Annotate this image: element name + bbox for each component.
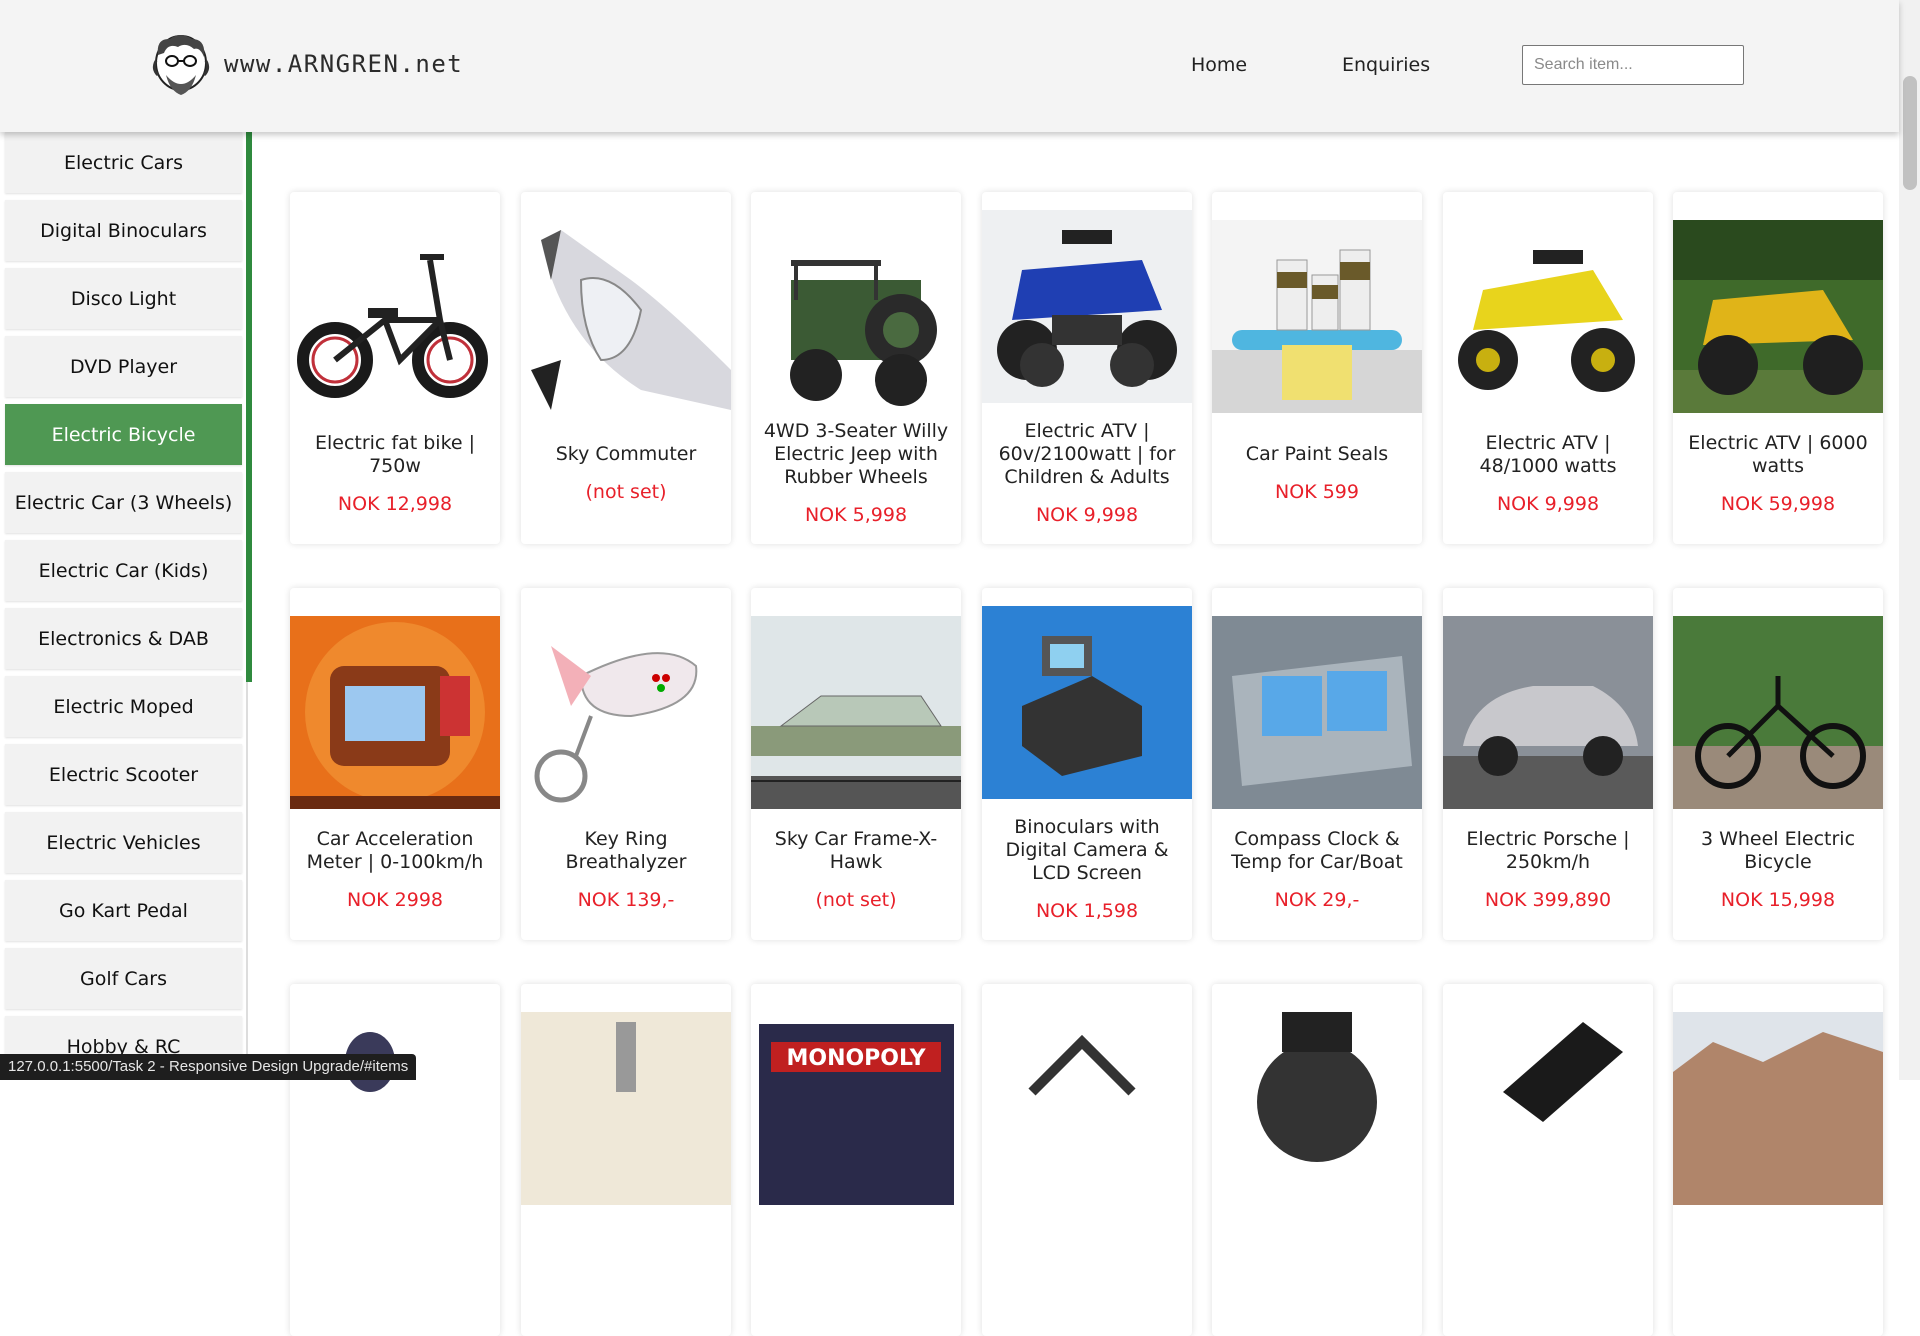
- product-image: [982, 210, 1192, 403]
- product-price: NOK 139,-: [577, 888, 675, 911]
- product-image: [521, 1012, 731, 1205]
- product-card[interactable]: [290, 984, 500, 1336]
- product-card[interactable]: [1443, 984, 1653, 1336]
- product-name: Electric Porsche | 250km/h: [1466, 827, 1630, 873]
- product-card[interactable]: Car Paint Seals NOK 599: [1212, 192, 1422, 544]
- product-image: [521, 616, 731, 809]
- product-image: [290, 616, 500, 809]
- product-name: Binoculars with Digital Camera & LCD Scr…: [1005, 816, 1169, 884]
- product-name: Car Acceleration Meter | 0-100km/h: [306, 827, 484, 873]
- sidebar-item-go-kart-pedal[interactable]: Go Kart Pedal: [5, 880, 242, 941]
- product-card[interactable]: Sky Car Frame-X-Hawk (not set): [751, 588, 961, 940]
- product-image: [1212, 616, 1422, 809]
- product-card[interactable]: Electric Porsche | 250km/h NOK 399,890: [1443, 588, 1653, 940]
- product-image: [982, 606, 1192, 799]
- sidebar-item-golf-cars[interactable]: Golf Cars: [5, 948, 242, 1009]
- product-image: [290, 220, 500, 413]
- sidebar-item-disco-light[interactable]: Disco Light: [5, 268, 242, 329]
- product-image: [982, 1012, 1192, 1205]
- product-card[interactable]: [1673, 984, 1883, 1336]
- product-name: Compass Clock & Temp for Car/Boat: [1231, 827, 1403, 873]
- product-image: [1673, 616, 1883, 809]
- product-price: NOK 9,998: [1035, 504, 1139, 526]
- product-card[interactable]: Car Acceleration Meter | 0-100km/h NOK 29…: [290, 588, 500, 940]
- product-name: Sky Car Frame-X-Hawk: [774, 827, 938, 873]
- product-price: NOK 1,598: [1035, 900, 1139, 922]
- product-card[interactable]: Electric ATV | 60v/2100watt | for Childr…: [982, 192, 1192, 544]
- product-image: [751, 616, 961, 809]
- product-name: Electric ATV | 6000 watts: [1688, 431, 1868, 477]
- sidebar-item-electric-car-kids[interactable]: Electric Car (Kids): [5, 540, 242, 601]
- product-image: [1212, 220, 1422, 413]
- sidebar-item-electronics-dab[interactable]: Electronics & DAB: [5, 608, 242, 669]
- sidebar-item-electric-bicycle[interactable]: Electric Bicycle: [5, 404, 242, 465]
- product-card[interactable]: Compass Clock & Temp for Car/Boat NOK 29,…: [1212, 588, 1422, 940]
- sidebar-item-electric-moped[interactable]: Electric Moped: [5, 676, 242, 737]
- product-card[interactable]: Electric fat bike | 750w NOK 12,998: [290, 192, 500, 544]
- product-price: NOK 5,998: [804, 504, 908, 526]
- product-price: NOK 29,-: [1274, 888, 1360, 911]
- product-image: [1673, 1012, 1883, 1205]
- sidebar-scroll-indicator[interactable]: [246, 132, 252, 682]
- product-image: [1673, 220, 1883, 413]
- status-url: 127.0.0.1:5500/Task 2 - Responsive Desig…: [0, 1054, 417, 1080]
- product-image: [1443, 616, 1653, 809]
- product-card[interactable]: MONOPOLY: [751, 984, 961, 1336]
- product-card[interactable]: Electric ATV | 6000 watts NOK 59,998: [1673, 192, 1883, 544]
- product-name: Car Paint Seals: [1245, 443, 1389, 465]
- product-price: NOK 399,890: [1484, 888, 1612, 911]
- product-name: 3 Wheel Electric Bicycle: [1700, 827, 1856, 873]
- product-card[interactable]: Electric ATV | 48/1000 watts NOK 9,998: [1443, 192, 1653, 544]
- nav-home[interactable]: Home: [1191, 54, 1247, 76]
- product-card[interactable]: Key Ring Breathalyzer NOK 139,-: [521, 588, 731, 940]
- product-price: NOK 599: [1275, 481, 1359, 503]
- monopoly-text: MONOPOLY: [786, 1046, 926, 1071]
- product-image: [1212, 1012, 1422, 1205]
- product-image: [751, 1012, 961, 1205]
- product-image: [1443, 1012, 1653, 1205]
- logo-icon[interactable]: [150, 33, 212, 99]
- product-card[interactable]: [521, 984, 731, 1336]
- product-price: NOK 12,998: [337, 492, 453, 515]
- product-card[interactable]: [982, 984, 1192, 1336]
- product-price: NOK 9,998: [1496, 492, 1600, 515]
- nav-enquiries[interactable]: Enquiries: [1342, 54, 1430, 76]
- product-name: Electric ATV | 60v/2100watt | for Childr…: [998, 420, 1176, 488]
- product-price: (not set): [815, 888, 897, 911]
- sidebar-item-electric-cars[interactable]: Electric Cars: [5, 132, 242, 193]
- sidebar-item-electric-car-3-wheels[interactable]: Electric Car (3 Wheels): [5, 472, 242, 533]
- product-price: NOK 15,998: [1720, 888, 1836, 911]
- product-name: Electric ATV | 48/1000 watts: [1479, 431, 1617, 477]
- product-image: [751, 220, 961, 413]
- product-name: Sky Commuter: [555, 443, 697, 465]
- product-name: Key Ring Breathalyzer: [565, 827, 687, 873]
- category-sidebar: Electric Cars Digital Binoculars Disco L…: [0, 132, 248, 1080]
- logo-text[interactable]: www.ARNGREN.net: [224, 50, 463, 78]
- product-price: NOK 2998: [346, 888, 444, 911]
- sidebar-item-electric-scooter[interactable]: Electric Scooter: [5, 744, 242, 805]
- product-image: [521, 220, 731, 413]
- site-header: www.ARNGREN.net Home Enquiries: [0, 0, 1899, 132]
- sidebar-item-electric-vehicles[interactable]: Electric Vehicles: [5, 812, 242, 873]
- sidebar-item-dvd-player[interactable]: DVD Player: [5, 336, 242, 397]
- product-name: 4WD 3-Seater Willy Electric Jeep with Ru…: [763, 420, 949, 488]
- sidebar-item-digital-binoculars[interactable]: Digital Binoculars: [5, 200, 242, 261]
- product-card[interactable]: 4WD 3-Seater Willy Electric Jeep with Ru…: [751, 192, 961, 544]
- product-price: NOK 59,998: [1720, 492, 1836, 515]
- product-card[interactable]: Sky Commuter (not set): [521, 192, 731, 544]
- product-image: [1443, 220, 1653, 413]
- search-input[interactable]: [1522, 45, 1744, 85]
- product-image: [290, 1012, 500, 1205]
- product-card[interactable]: Binoculars with Digital Camera & LCD Scr…: [982, 588, 1192, 940]
- product-price: (not set): [585, 481, 667, 503]
- product-card[interactable]: 3 Wheel Electric Bicycle NOK 15,998: [1673, 588, 1883, 940]
- product-name: Electric fat bike | 750w: [314, 431, 476, 477]
- scrollbar-thumb[interactable]: [1903, 76, 1917, 190]
- product-card[interactable]: [1212, 984, 1422, 1336]
